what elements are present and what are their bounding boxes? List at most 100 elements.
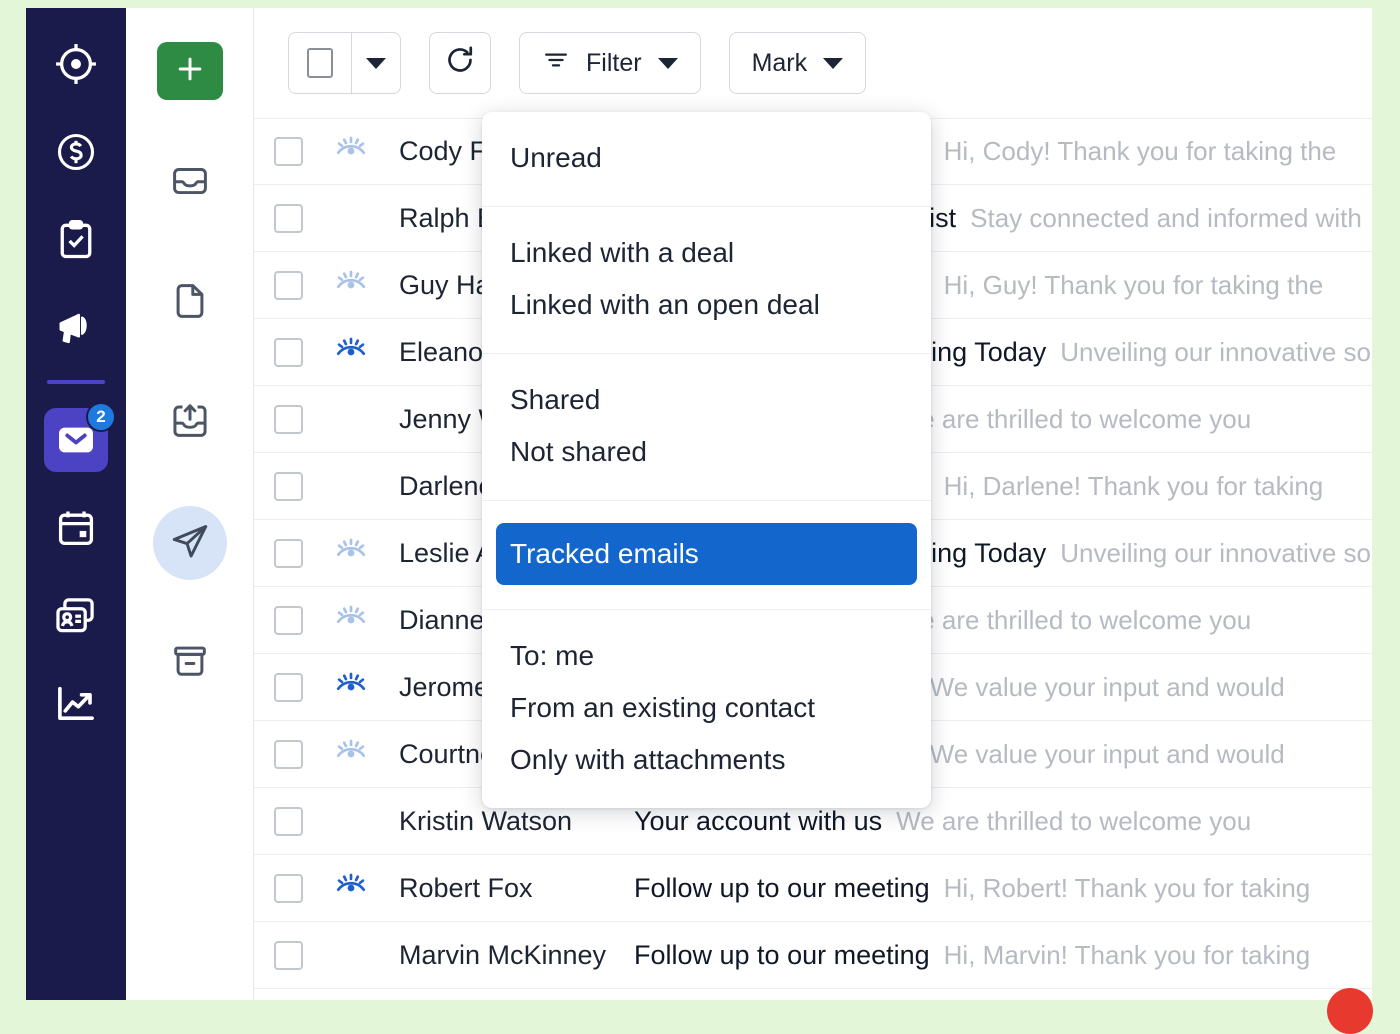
folder-outbox[interactable] bbox=[153, 386, 227, 460]
primary-sidebar: 2 bbox=[26, 8, 126, 1000]
filter-menu-item[interactable]: Linked with a deal bbox=[482, 227, 931, 279]
row-checkbox[interactable] bbox=[274, 405, 303, 434]
row-checkbox[interactable] bbox=[274, 472, 303, 501]
email-preview: We are thrilled to welcome you bbox=[896, 605, 1372, 636]
filter-menu-group: Tracked emails bbox=[482, 500, 931, 609]
mail-folder-nav bbox=[126, 8, 254, 1000]
archive-box-icon bbox=[169, 640, 211, 687]
email-preview: Hi, Cody! Thank you for taking the bbox=[944, 136, 1372, 167]
tracked-eye-icon bbox=[334, 266, 368, 305]
app-root: 2 bbox=[0, 0, 1400, 1000]
email-preview: Hi, Darlene! Thank you for taking bbox=[944, 471, 1372, 502]
row-checkbox[interactable] bbox=[274, 874, 303, 903]
tracked-indicator-cell bbox=[303, 333, 399, 372]
caret-down-icon bbox=[366, 58, 386, 69]
tracked-eye-icon bbox=[334, 333, 368, 372]
clipboard-check-icon bbox=[54, 218, 98, 262]
sidebar-item-insights[interactable] bbox=[44, 672, 108, 736]
email-sender: Marvin McKinney bbox=[399, 940, 634, 971]
refresh-button[interactable] bbox=[429, 32, 491, 94]
row-checkbox[interactable] bbox=[274, 807, 303, 836]
mail-toolbar: Filter Mark bbox=[254, 8, 1372, 118]
row-checkbox[interactable] bbox=[274, 606, 303, 635]
sidebar-item-deals[interactable] bbox=[44, 120, 108, 184]
mark-label: Mark bbox=[752, 49, 808, 78]
filter-menu-item[interactable]: From an existing contact bbox=[482, 682, 931, 734]
folder-drafts[interactable] bbox=[153, 266, 227, 340]
square-icon bbox=[307, 48, 333, 78]
filter-menu-item[interactable]: Linked with an open deal bbox=[482, 279, 931, 331]
email-preview: We are thrilled to welcome you bbox=[896, 404, 1372, 435]
email-preview: We value your input and would bbox=[930, 672, 1372, 703]
tracked-indicator-cell bbox=[303, 132, 399, 171]
folder-sent[interactable] bbox=[153, 506, 227, 580]
filter-button[interactable]: Filter bbox=[519, 32, 701, 94]
folder-archive[interactable] bbox=[153, 626, 227, 700]
select-all-split-button[interactable] bbox=[288, 32, 401, 94]
email-sender: Robert Fox bbox=[399, 873, 634, 904]
tracked-eye-icon bbox=[334, 735, 368, 774]
sidebar-divider bbox=[47, 380, 105, 384]
sidebar-item-campaigns[interactable] bbox=[44, 296, 108, 360]
select-all-checkbox[interactable] bbox=[289, 33, 351, 93]
email-subject: Your account with us bbox=[634, 806, 896, 837]
email-row[interactable]: Marvin McKinneyFollow up to our meetingH… bbox=[254, 922, 1372, 989]
row-checkbox[interactable] bbox=[274, 271, 303, 300]
mail-unread-badge: 2 bbox=[86, 402, 116, 432]
row-checkbox[interactable] bbox=[274, 673, 303, 702]
tracked-indicator-cell bbox=[303, 869, 399, 908]
email-preview: Hi, Guy! Thank you for taking the bbox=[944, 270, 1372, 301]
trending-up-icon bbox=[53, 681, 99, 727]
filter-dropdown-menu: Unread Linked with a dealLinked with an o… bbox=[482, 112, 931, 808]
email-row[interactable]: Robert FoxFollow up to our meetingHi, Ro… bbox=[254, 855, 1372, 922]
contact-cards-icon bbox=[53, 593, 99, 639]
compose-button[interactable] bbox=[157, 42, 223, 100]
row-checkbox[interactable] bbox=[274, 740, 303, 769]
paper-plane-icon bbox=[168, 519, 212, 568]
tracked-indicator-cell bbox=[303, 601, 399, 640]
row-checkbox[interactable] bbox=[274, 539, 303, 568]
email-preview: Hi, Marvin! Thank you for taking bbox=[944, 940, 1372, 971]
sidebar-item-mail[interactable]: 2 bbox=[44, 408, 108, 472]
calendar-icon bbox=[54, 506, 98, 550]
email-subject: Follow up to our meeting bbox=[634, 940, 944, 971]
filter-menu-item[interactable]: To: me bbox=[482, 630, 931, 682]
folder-inbox[interactable] bbox=[153, 146, 227, 220]
tracked-indicator-cell bbox=[303, 266, 399, 305]
plus-icon bbox=[174, 53, 206, 90]
row-checkbox[interactable] bbox=[274, 137, 303, 166]
filter-menu-item[interactable]: Shared bbox=[482, 374, 931, 426]
filter-lines-icon bbox=[542, 46, 570, 81]
email-preview: We are thrilled to welcome you bbox=[896, 806, 1372, 837]
filter-menu-item[interactable]: Only with attachments bbox=[482, 734, 931, 786]
row-checkbox[interactable] bbox=[274, 941, 303, 970]
sidebar-item-contacts[interactable] bbox=[44, 584, 108, 648]
filter-menu-group: SharedNot shared bbox=[482, 353, 931, 500]
target-icon bbox=[53, 41, 99, 87]
row-checkbox[interactable] bbox=[274, 338, 303, 367]
tracked-eye-icon bbox=[334, 534, 368, 573]
outbox-upload-icon bbox=[169, 400, 211, 447]
email-preview: Stay connected and informed with bbox=[970, 203, 1372, 234]
tracked-indicator-cell bbox=[303, 534, 399, 573]
sidebar-item-calendar[interactable] bbox=[44, 496, 108, 560]
caret-down-icon bbox=[823, 58, 843, 69]
sidebar-item-target[interactable] bbox=[44, 32, 108, 96]
refresh-icon bbox=[443, 43, 477, 84]
tracked-eye-icon bbox=[334, 668, 368, 707]
filter-menu-item[interactable]: Tracked emails bbox=[496, 523, 917, 585]
tracked-indicator-cell bbox=[303, 735, 399, 774]
filter-menu-group: Unread bbox=[482, 112, 931, 206]
email-preview: Unveiling our innovative solution bbox=[1060, 538, 1372, 569]
tracked-indicator-cell bbox=[303, 668, 399, 707]
sidebar-item-activities[interactable] bbox=[44, 208, 108, 272]
mark-button[interactable]: Mark bbox=[729, 32, 867, 94]
email-preview: We value your input and would bbox=[930, 739, 1372, 770]
select-all-dropdown-toggle[interactable] bbox=[352, 33, 400, 93]
filter-menu-item[interactable]: Unread bbox=[482, 132, 931, 184]
email-preview: Hi, Robert! Thank you for taking bbox=[944, 873, 1372, 904]
megaphone-icon bbox=[53, 305, 99, 351]
row-checkbox[interactable] bbox=[274, 204, 303, 233]
email-preview: Unveiling our innovative solution bbox=[1060, 337, 1372, 368]
filter-menu-item[interactable]: Not shared bbox=[482, 426, 931, 478]
